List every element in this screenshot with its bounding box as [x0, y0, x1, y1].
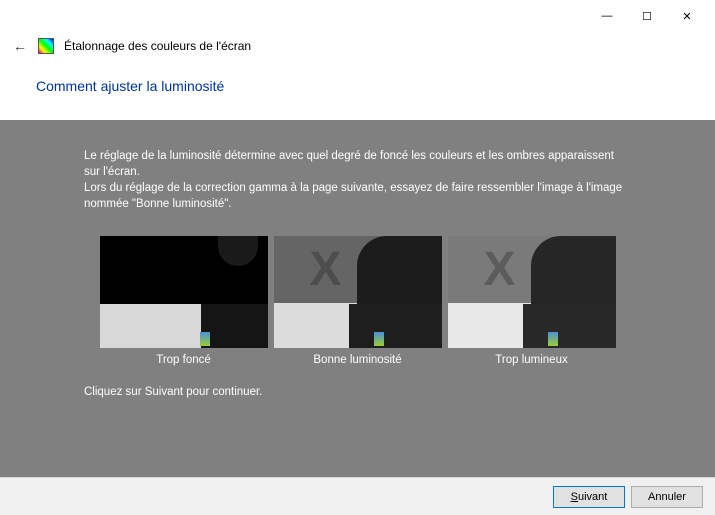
back-arrow-icon[interactable]: ←: [12, 38, 28, 54]
close-button[interactable]: ✕: [667, 2, 707, 30]
app-icon: [38, 38, 54, 54]
titlebar: — ☐ ✕: [0, 0, 715, 32]
sample-good-label: Bonne luminosité: [313, 354, 401, 366]
app-title: Étalonnage des couleurs de l'écran: [64, 39, 251, 53]
minimize-button[interactable]: —: [587, 2, 627, 30]
sample-dark: Trop foncé: [100, 236, 268, 366]
sample-dark-image: [100, 236, 268, 348]
sample-images-row: Trop foncé X Bonne luminosité X Trop lum…: [84, 236, 631, 366]
footer: Suivant Annuler: [0, 477, 715, 515]
sample-dark-label: Trop foncé: [156, 354, 211, 366]
instruction-line-1: Le réglage de la luminosité détermine av…: [84, 150, 614, 178]
instruction-text: Le réglage de la luminosité détermine av…: [84, 148, 631, 212]
cancel-button[interactable]: Annuler: [631, 486, 703, 508]
page-heading: Comment ajuster la luminosité: [0, 60, 715, 112]
next-button[interactable]: Suivant: [553, 486, 625, 508]
instruction-line-2: Lors du réglage de la correction gamma à…: [84, 182, 622, 210]
content-area: Le réglage de la luminosité détermine av…: [0, 120, 715, 477]
continue-instruction: Cliquez sur Suivant pour continuer.: [84, 386, 631, 398]
sample-bright-image: X: [448, 236, 616, 348]
header: ← Étalonnage des couleurs de l'écran: [0, 32, 715, 60]
sample-good-image: X: [274, 236, 442, 348]
sample-bright-label: Trop lumineux: [495, 354, 567, 366]
maximize-button[interactable]: ☐: [627, 2, 667, 30]
sample-good: X Bonne luminosité: [274, 236, 442, 366]
sample-bright: X Trop lumineux: [448, 236, 616, 366]
